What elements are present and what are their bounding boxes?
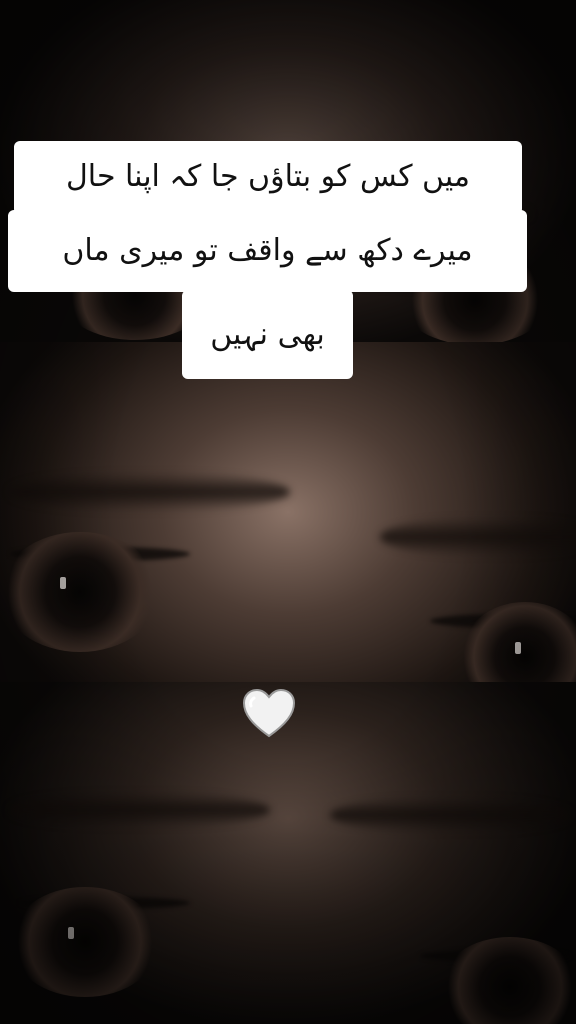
caption-line-3: بھی نہیں [182, 290, 353, 379]
photo-band-middle [0, 342, 576, 682]
caption-line-1: میں کس کو بتاؤں جا کہ اپنا حال [14, 141, 522, 215]
white-heart-icon [242, 688, 296, 738]
story-canvas: میں کس کو بتاؤں جا کہ اپنا حال میرے دکھ … [0, 0, 576, 1024]
caption-line-2: میرے دکھ سے واقف تو میری ماں [8, 210, 527, 292]
